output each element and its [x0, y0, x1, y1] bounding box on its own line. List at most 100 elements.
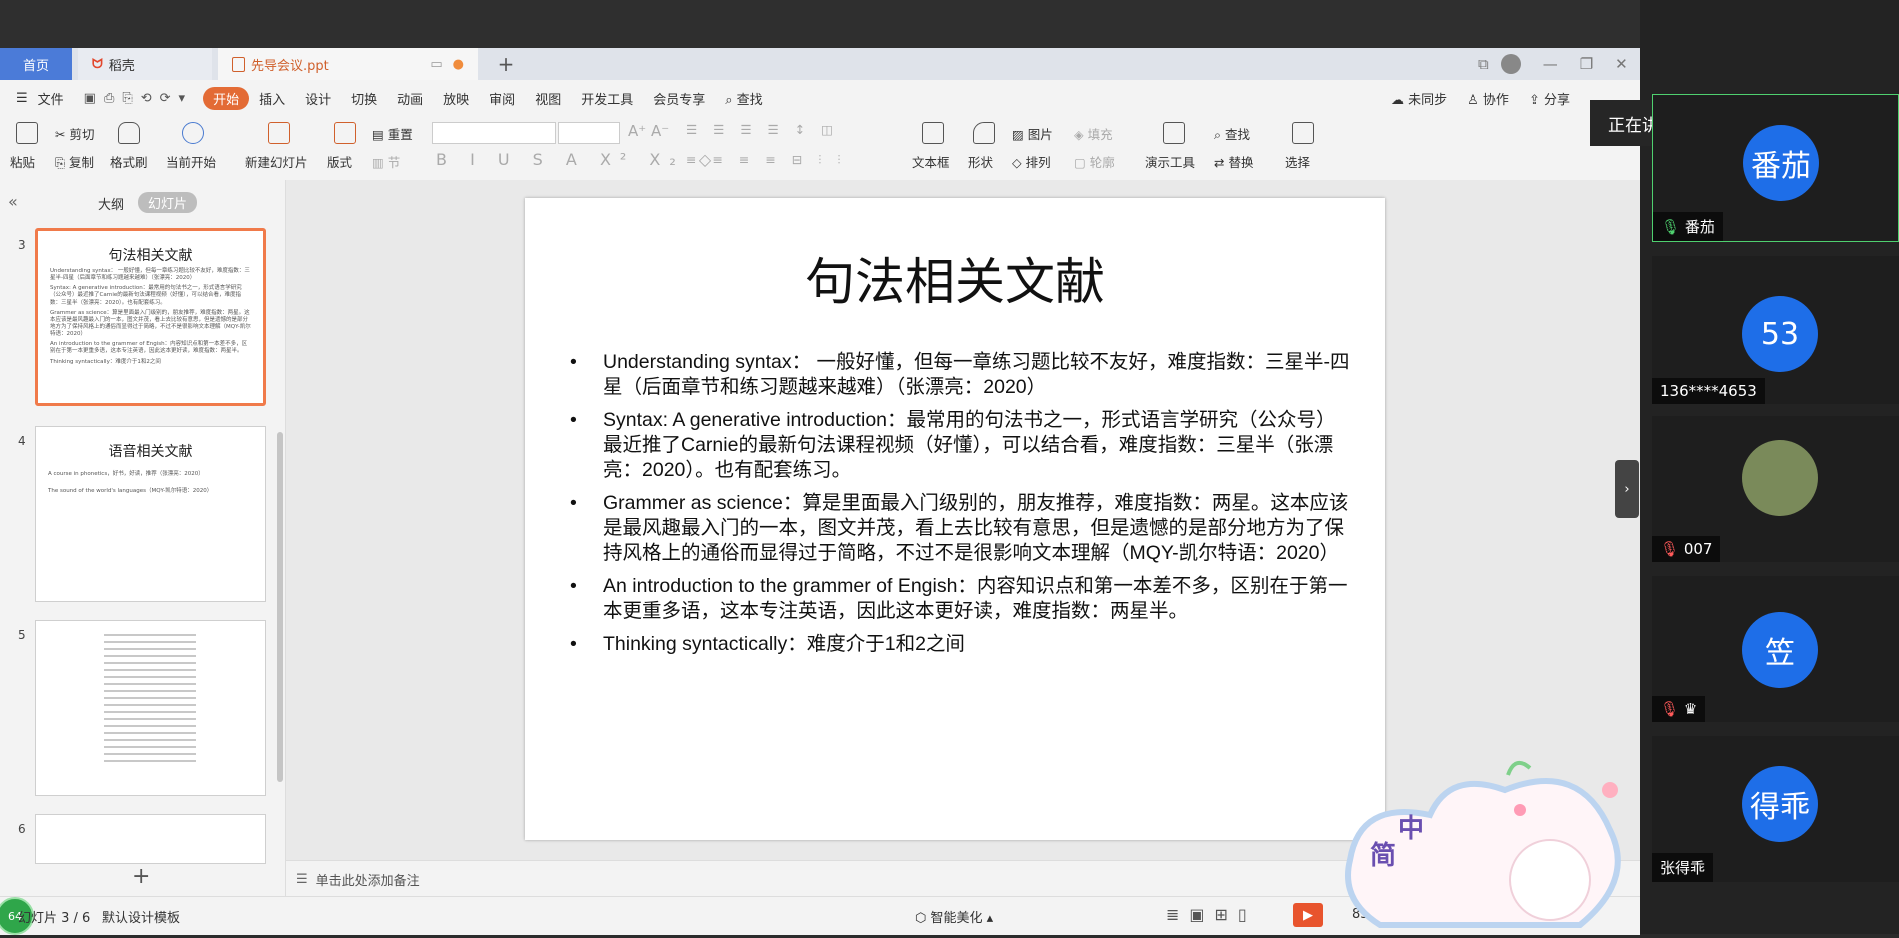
- picture-button[interactable]: ▨ 图片: [1012, 124, 1053, 143]
- replace-icon: ⇄: [1214, 155, 1225, 170]
- participant-avatar: 得乖: [1742, 766, 1818, 842]
- tab-close-icon[interactable]: ▭: [430, 57, 442, 72]
- find-button[interactable]: ⌕ 查找: [1214, 124, 1250, 143]
- font-name-select[interactable]: [432, 122, 556, 144]
- quick-access-icons[interactable]: ▣⎙⎘⟲⟳▾: [74, 91, 203, 106]
- close-icon[interactable]: ✕: [1615, 55, 1628, 73]
- mic-muted-icon: 🎙: [1660, 540, 1680, 558]
- thumb-toc-lines: [94, 629, 206, 787]
- participant-tile[interactable]: 🎙 007: [1652, 416, 1899, 562]
- user-avatar[interactable]: [1500, 54, 1521, 74]
- play-from-current-button[interactable]: 当前开始: [166, 152, 216, 171]
- menu-design[interactable]: 设计: [295, 89, 341, 108]
- format-painter-icon: [118, 122, 140, 144]
- new-tab-button[interactable]: +: [494, 48, 518, 80]
- share-button[interactable]: ⇪ 分享: [1519, 89, 1580, 108]
- expand-side-panel-icon[interactable]: ›: [1615, 460, 1639, 518]
- copy-button[interactable]: ⎘ 复制: [55, 152, 94, 171]
- outline-tab[interactable]: 大纲: [98, 194, 124, 213]
- add-slide-icon[interactable]: +: [132, 864, 150, 889]
- paste-button[interactable]: 粘贴: [10, 152, 35, 171]
- thumb-number: 4: [18, 434, 26, 448]
- arrange-icon: ◇: [1012, 155, 1022, 170]
- textbox-button[interactable]: 文本框: [912, 152, 950, 171]
- tab-bar: 首页 ᗢ 稻壳 先导会议.ppt ▭ ● + ⧉ — ❐ ✕: [0, 48, 1640, 80]
- menu-slideshow[interactable]: 放映: [433, 89, 479, 108]
- slide-thumbnail-6[interactable]: [35, 814, 266, 864]
- smart-beautify-button[interactable]: ⬡ 智能美化 ▴: [915, 907, 993, 926]
- slide-bullet-item: An introduction to the grammer of Engish…: [570, 574, 1350, 624]
- list-align-icons[interactable]: ☰ ☰ ☰ ☰ ↕ ◫: [686, 122, 839, 137]
- maximize-icon[interactable]: ❐: [1580, 55, 1593, 73]
- slide-thumbnail-5[interactable]: [35, 620, 266, 796]
- layout-button[interactable]: 版式: [327, 152, 352, 171]
- panel-scrollbar[interactable]: [277, 432, 283, 782]
- reset-button[interactable]: ▤ 重置: [372, 124, 413, 143]
- participant-tile[interactable]: 53 136****4653: [1652, 256, 1899, 404]
- slide-title[interactable]: 句法相关文献: [525, 242, 1385, 314]
- collapse-panel-icon[interactable]: «: [8, 192, 18, 211]
- template-name[interactable]: 默认设计模板: [102, 907, 180, 926]
- participant-name: 🎙 ♛: [1652, 696, 1706, 722]
- slide-canvas[interactable]: 句法相关文献 Understanding syntax： 一般好懂，但每一章练习…: [525, 198, 1385, 840]
- share-label: 分享: [1543, 92, 1570, 108]
- share-icon: ⇪: [1528, 92, 1540, 108]
- cut-button[interactable]: ✂ 剪切: [55, 124, 94, 143]
- copy-icon: ⎘: [55, 155, 66, 170]
- tab-document[interactable]: 先导会议.ppt ▭ ●: [218, 48, 478, 80]
- select-button[interactable]: 选择: [1285, 152, 1310, 171]
- fill-button[interactable]: ◈ 填充: [1074, 124, 1113, 143]
- tab-home[interactable]: 首页: [0, 48, 72, 80]
- arrange-button[interactable]: ◇ 排列: [1012, 152, 1051, 171]
- text-format-icons[interactable]: B I U S A X² X₂ ◇: [436, 150, 720, 169]
- paragraph-icons[interactable]: ≡ ≡ ≡ ≡ ⊟ ⫶ ⫶: [686, 152, 846, 168]
- font-size-select[interactable]: [558, 122, 620, 144]
- tab-home-label: 首页: [22, 58, 49, 74]
- slide-thumbnail-3[interactable]: 句法相关文献 Understanding syntax： 一般好懂，但每一章练习…: [35, 228, 266, 406]
- collab-label: 协作: [1482, 92, 1509, 108]
- shape-button[interactable]: 形状: [968, 152, 993, 171]
- host-icon: ♛: [1683, 700, 1698, 718]
- play-from-current-icon: [182, 122, 204, 144]
- menu-start[interactable]: 开始: [203, 86, 250, 110]
- menu-insert[interactable]: 插入: [249, 89, 295, 108]
- participant-tile[interactable]: 得乖 张得乖: [1652, 736, 1899, 882]
- section-label: 节: [387, 155, 401, 170]
- picture-label: 图片: [1027, 127, 1053, 142]
- find-label: 查找: [1225, 127, 1251, 142]
- outline-button[interactable]: ▢ 轮廓: [1074, 152, 1115, 171]
- menu-animation[interactable]: 动画: [387, 89, 433, 108]
- thumb-number: 3: [18, 238, 26, 252]
- hamburger-icon[interactable]: ☰: [0, 91, 38, 106]
- participant-tile[interactable]: 笠 🎙 ♛: [1652, 576, 1899, 722]
- collab-button[interactable]: ♙ 协作: [1457, 89, 1519, 108]
- view-mode-icons[interactable]: ≣▣⊞▯: [1166, 905, 1257, 924]
- present-tools-button[interactable]: 演示工具: [1145, 152, 1195, 171]
- menu-file[interactable]: 文件: [38, 89, 74, 108]
- outline-label: 轮廓: [1089, 155, 1115, 170]
- participant-tile[interactable]: 番茄 🎙 番茄: [1652, 94, 1899, 242]
- menu-view[interactable]: 视图: [525, 89, 571, 108]
- menu-transition[interactable]: 切换: [341, 89, 387, 108]
- minimize-icon[interactable]: —: [1543, 55, 1558, 73]
- tab-daoke[interactable]: ᗢ 稻壳: [78, 48, 212, 80]
- font-grow-shrink-icons[interactable]: A⁺ A⁻: [628, 122, 669, 140]
- slides-tab[interactable]: 幻灯片: [138, 192, 198, 213]
- menu-developer[interactable]: 开发工具: [571, 89, 643, 108]
- slide-thumbnail-4[interactable]: 语音相关文献 A course in phonetics，好书，好读，推荐（张漂…: [35, 426, 266, 602]
- window-layout-icon[interactable]: ⧉: [1478, 55, 1489, 73]
- play-slideshow-icon[interactable]: ▶: [1293, 903, 1323, 927]
- menu-search[interactable]: ⌕ 查找: [715, 89, 772, 108]
- screen-top-strip: [0, 0, 1899, 48]
- new-slide-button[interactable]: 新建幻灯片: [245, 152, 308, 171]
- menu-review[interactable]: 审阅: [479, 89, 525, 108]
- sync-button[interactable]: ☁ 未同步: [1381, 89, 1457, 108]
- format-painter-button[interactable]: 格式刷: [110, 152, 148, 171]
- mic-muted-icon: 🎙: [1660, 700, 1680, 718]
- section-button[interactable]: ▥ 节: [372, 152, 400, 171]
- sync-label: 未同步: [1408, 92, 1448, 108]
- menu-member[interactable]: 会员专享: [643, 89, 715, 108]
- cloud-icon: ☁: [1390, 92, 1404, 108]
- replace-button[interactable]: ⇄ 替换: [1214, 152, 1253, 171]
- slide-bullet-list[interactable]: Understanding syntax： 一般好懂，但每一章练习题比较不友好，…: [570, 350, 1350, 665]
